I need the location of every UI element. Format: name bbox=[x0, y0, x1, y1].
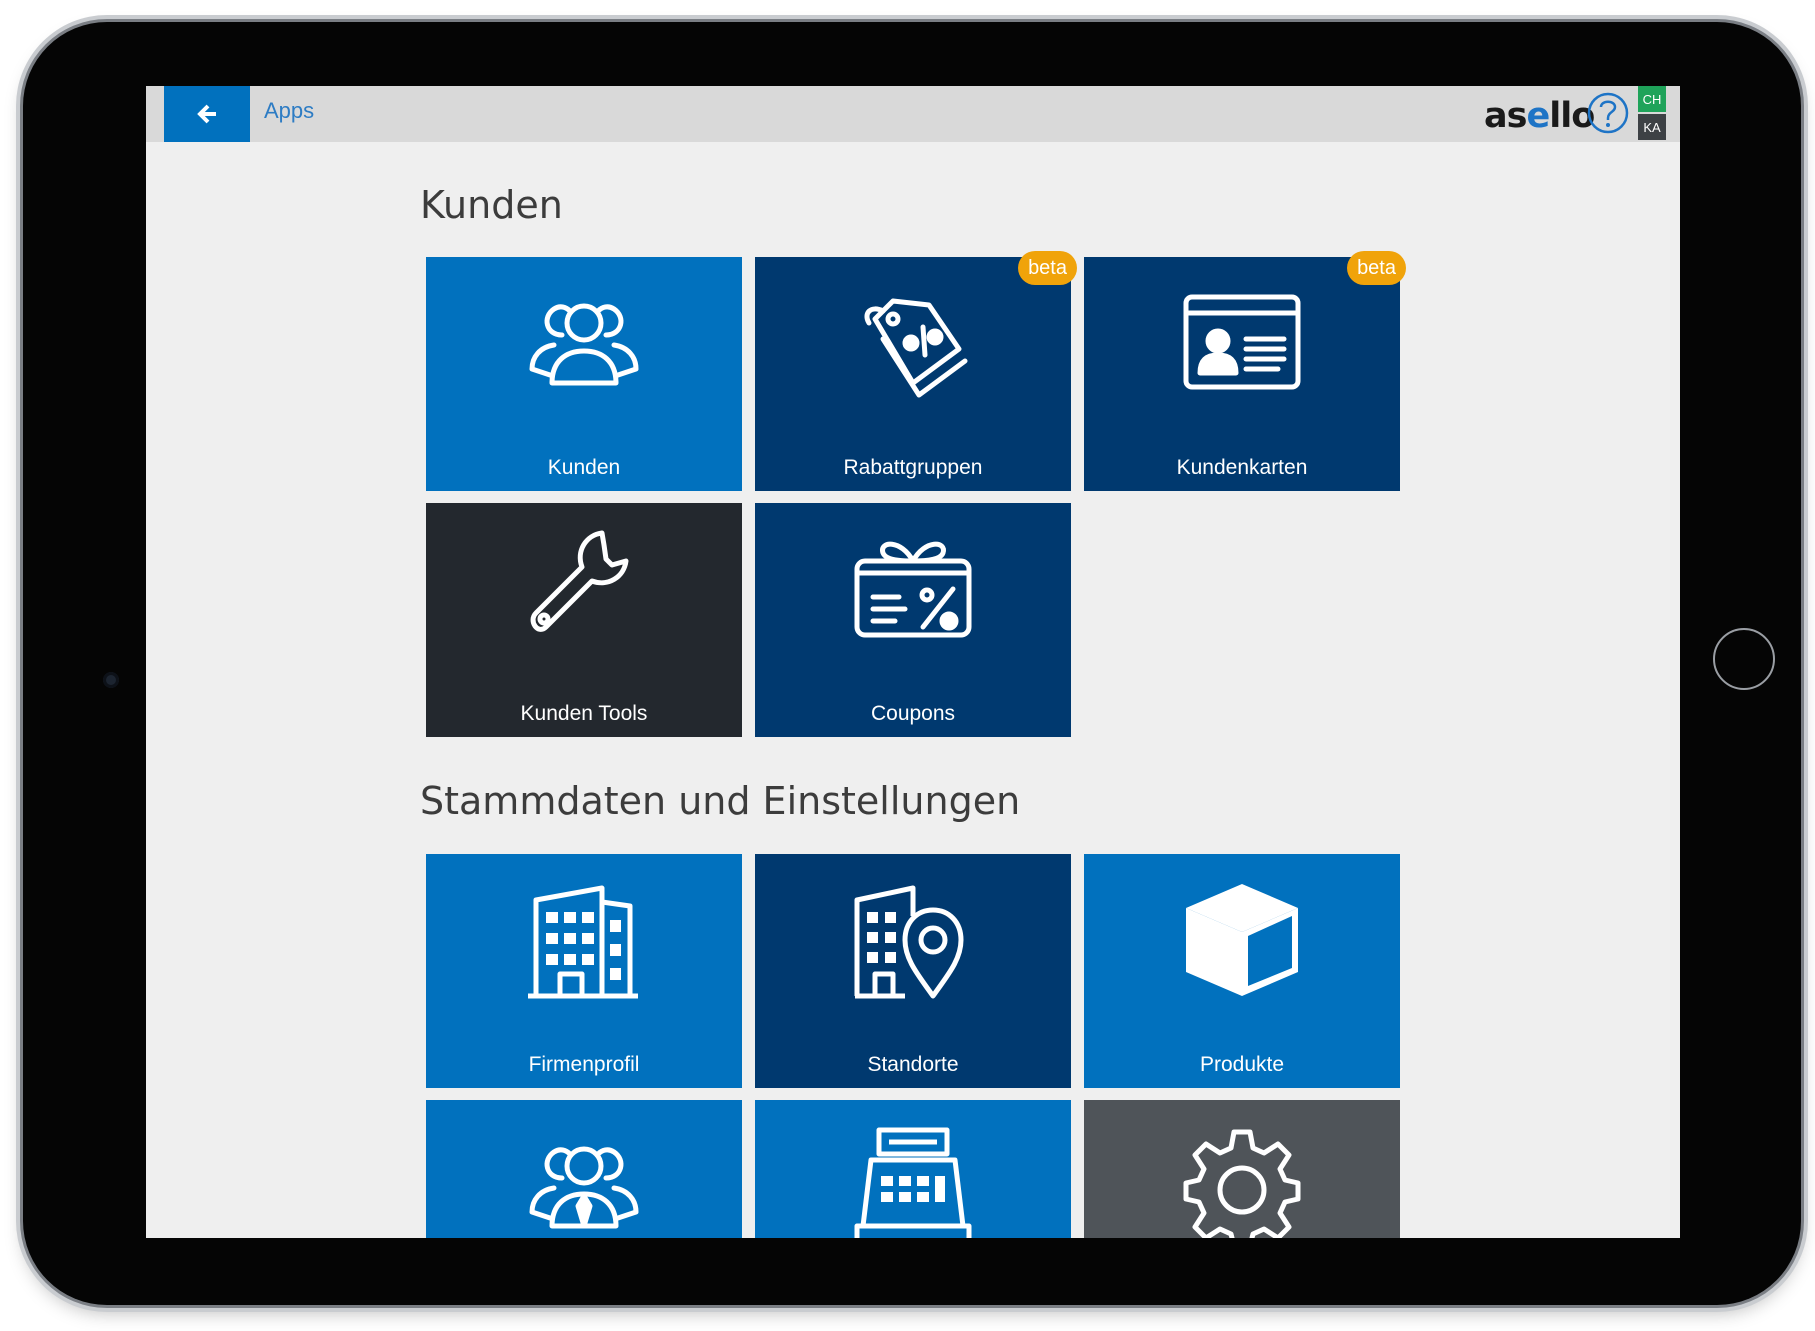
logo-text-accent: e bbox=[1526, 96, 1550, 136]
tile-standorte[interactable]: Standorte bbox=[755, 854, 1071, 1088]
home-button[interactable] bbox=[1713, 628, 1775, 690]
asello-logo[interactable]: asello bbox=[1484, 94, 1595, 138]
tile-settings[interactable] bbox=[1084, 1100, 1400, 1238]
tile-cash-register[interactable] bbox=[755, 1100, 1071, 1238]
region-tag[interactable]: CH bbox=[1638, 86, 1666, 112]
building-location-pin-icon bbox=[854, 885, 964, 999]
front-camera bbox=[103, 672, 119, 688]
app-screen: Apps asello CH KA Kunden Kunden Rabattgr… bbox=[146, 86, 1680, 1238]
help-icon[interactable] bbox=[1586, 91, 1630, 135]
people-group-icon bbox=[529, 303, 639, 386]
top-bar: Apps asello CH KA bbox=[146, 86, 1680, 142]
tile-label: Produkte bbox=[1199, 1053, 1285, 1076]
back-button[interactable] bbox=[164, 86, 250, 142]
beta-badge: beta bbox=[1347, 251, 1406, 285]
tile-label: Kundenkarten bbox=[1176, 456, 1308, 479]
gift-coupon-icon bbox=[854, 541, 972, 638]
logo-text-prefix: as bbox=[1484, 96, 1527, 136]
box-cube-icon bbox=[1186, 884, 1298, 996]
tile-kunden[interactable]: Kunden bbox=[426, 257, 742, 491]
tile-label: Coupons bbox=[870, 702, 956, 725]
beta-badge: beta bbox=[1018, 251, 1077, 285]
cash-register-icon bbox=[854, 1127, 972, 1238]
tile-kundenkarten[interactable]: Kundenkarten beta bbox=[1084, 251, 1406, 491]
tile-rabattgruppen[interactable]: Rabattgruppen beta bbox=[755, 251, 1077, 491]
arrow-left-icon bbox=[197, 104, 216, 124]
staff-people-icon bbox=[529, 1146, 639, 1229]
section-title-stammdaten: Stammdaten und Einstellungen bbox=[420, 779, 1021, 823]
tile-produkte[interactable]: Produkte bbox=[1084, 854, 1400, 1088]
tile-label: Rabattgruppen bbox=[843, 456, 983, 479]
tile-label: Kunden Tools bbox=[520, 702, 648, 725]
gear-icon bbox=[1183, 1129, 1301, 1238]
price-tags-icon bbox=[864, 298, 968, 398]
tile-coupons[interactable]: Coupons bbox=[755, 503, 1071, 737]
office-building-icon bbox=[528, 885, 638, 999]
section-title-kunden: Kunden bbox=[420, 183, 563, 227]
user-tag[interactable]: KA bbox=[1638, 114, 1666, 140]
tile-kunden-tools[interactable]: Kunden Tools bbox=[426, 503, 742, 737]
wrench-icon bbox=[530, 530, 629, 632]
tile-label: Kunden bbox=[547, 456, 621, 479]
tile-label: Standorte bbox=[867, 1053, 959, 1076]
tile-staff[interactable] bbox=[426, 1100, 742, 1238]
page-title: Apps bbox=[264, 98, 315, 123]
tile-firmenprofil[interactable]: Firmenprofil bbox=[426, 854, 742, 1088]
id-card-icon bbox=[1183, 294, 1301, 390]
tile-label: Firmenprofil bbox=[528, 1053, 640, 1076]
